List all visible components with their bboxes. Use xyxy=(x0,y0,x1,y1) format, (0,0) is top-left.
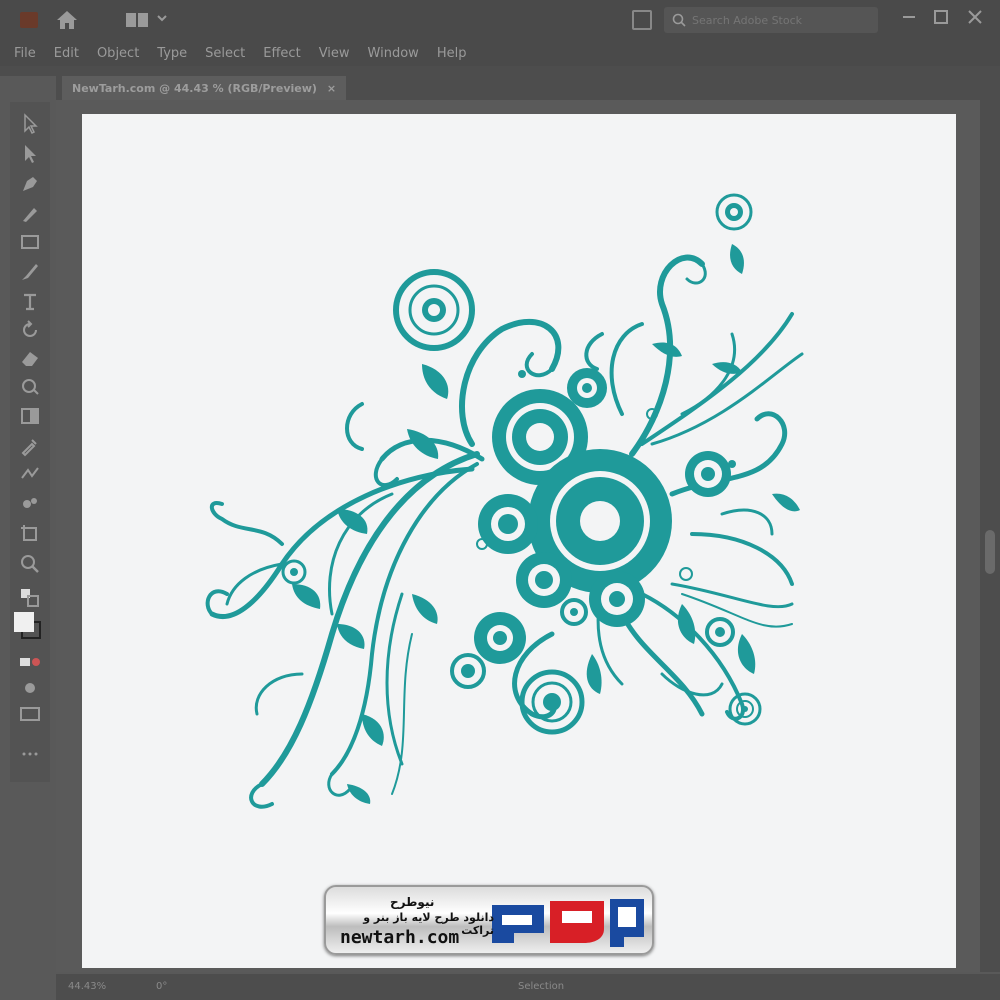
maximize-icon[interactable] xyxy=(930,6,952,28)
drawing-mode-icon[interactable] xyxy=(18,676,42,700)
scrollbar-thumb[interactable] xyxy=(985,530,995,574)
menu-help[interactable]: Help xyxy=(437,46,467,61)
curvature-tool-icon[interactable] xyxy=(18,202,42,226)
search-icon xyxy=(672,13,686,27)
minimize-icon[interactable] xyxy=(898,6,920,28)
artboard[interactable] xyxy=(82,114,956,968)
eyedropper-tool-icon[interactable] xyxy=(18,434,42,458)
menu-window[interactable]: Window xyxy=(368,46,419,61)
symbol-sprayer-tool-icon[interactable] xyxy=(18,492,42,516)
rotate-tool-icon[interactable] xyxy=(18,318,42,342)
pen-tool-icon[interactable] xyxy=(18,172,42,196)
floral-swirl-artwork[interactable] xyxy=(82,114,956,968)
control-bar xyxy=(0,66,1000,76)
paintbrush-tool-icon[interactable] xyxy=(18,260,42,284)
menu-select[interactable]: Select xyxy=(205,46,245,61)
tools-panel xyxy=(10,102,50,782)
zoom-level[interactable]: 44.43% xyxy=(68,981,106,992)
direct-selection-tool-icon[interactable] xyxy=(18,142,42,166)
document-tab-label: NewTarh.com @ 44.43 % (RGB/Preview) xyxy=(72,81,317,95)
shape-builder-tool-icon[interactable] xyxy=(18,374,42,398)
search-field[interactable] xyxy=(664,7,878,33)
ai-logo-icon xyxy=(20,12,38,28)
screen-mode-icon[interactable] xyxy=(18,702,42,726)
menu-object[interactable]: Object xyxy=(97,46,139,61)
close-tab-icon[interactable]: × xyxy=(327,82,336,95)
newtarh-logo-icon xyxy=(492,899,644,947)
arrange-documents-icon[interactable] xyxy=(632,10,652,30)
document-tab-bar: NewTarh.com @ 44.43 % (RGB/Preview) × xyxy=(56,76,1000,100)
eraser-tool-icon[interactable] xyxy=(18,346,42,370)
chevron-down-icon[interactable] xyxy=(156,12,168,24)
blend-tool-icon[interactable] xyxy=(18,462,42,486)
fill-stroke-swatch-icon[interactable] xyxy=(12,610,42,640)
watermark-title: نیوطرح xyxy=(390,895,435,909)
color-mode-icon[interactable] xyxy=(18,650,42,674)
selection-tool-icon[interactable] xyxy=(18,112,42,136)
rotation-value[interactable]: 0° xyxy=(156,981,167,992)
menu-bar: File Edit Object Type Select Effect View… xyxy=(0,40,1000,66)
home-icon[interactable] xyxy=(56,10,78,30)
vertical-scrollbar[interactable] xyxy=(980,100,1000,972)
zoom-tool-icon[interactable] xyxy=(18,552,42,576)
menu-file[interactable]: File xyxy=(14,46,36,61)
status-bar: 44.43% 0° Selection xyxy=(56,974,1000,1000)
watermark-url: newtarh.com xyxy=(340,927,460,948)
close-icon[interactable] xyxy=(964,6,986,28)
newtarh-watermark: نیوطرح دانلود طرح لایه باز بنر و تراکت n… xyxy=(324,885,654,955)
type-tool-icon[interactable] xyxy=(18,290,42,314)
menu-view[interactable]: View xyxy=(319,46,350,61)
menu-edit[interactable]: Edit xyxy=(54,46,79,61)
more-tools-icon[interactable] xyxy=(18,742,42,766)
app-title-bar xyxy=(0,0,1000,40)
workspace-icon[interactable] xyxy=(126,13,148,27)
default-fill-stroke-icon[interactable] xyxy=(18,586,42,610)
rectangle-tool-icon[interactable] xyxy=(18,230,42,254)
menu-effect[interactable]: Effect xyxy=(263,46,300,61)
gradient-tool-icon[interactable] xyxy=(18,404,42,428)
artboard-tool-icon[interactable] xyxy=(18,522,42,546)
document-tab[interactable]: NewTarh.com @ 44.43 % (RGB/Preview) × xyxy=(62,76,347,100)
search-input[interactable] xyxy=(692,13,872,27)
menu-type[interactable]: Type xyxy=(157,46,187,61)
current-tool-label: Selection xyxy=(518,981,565,992)
